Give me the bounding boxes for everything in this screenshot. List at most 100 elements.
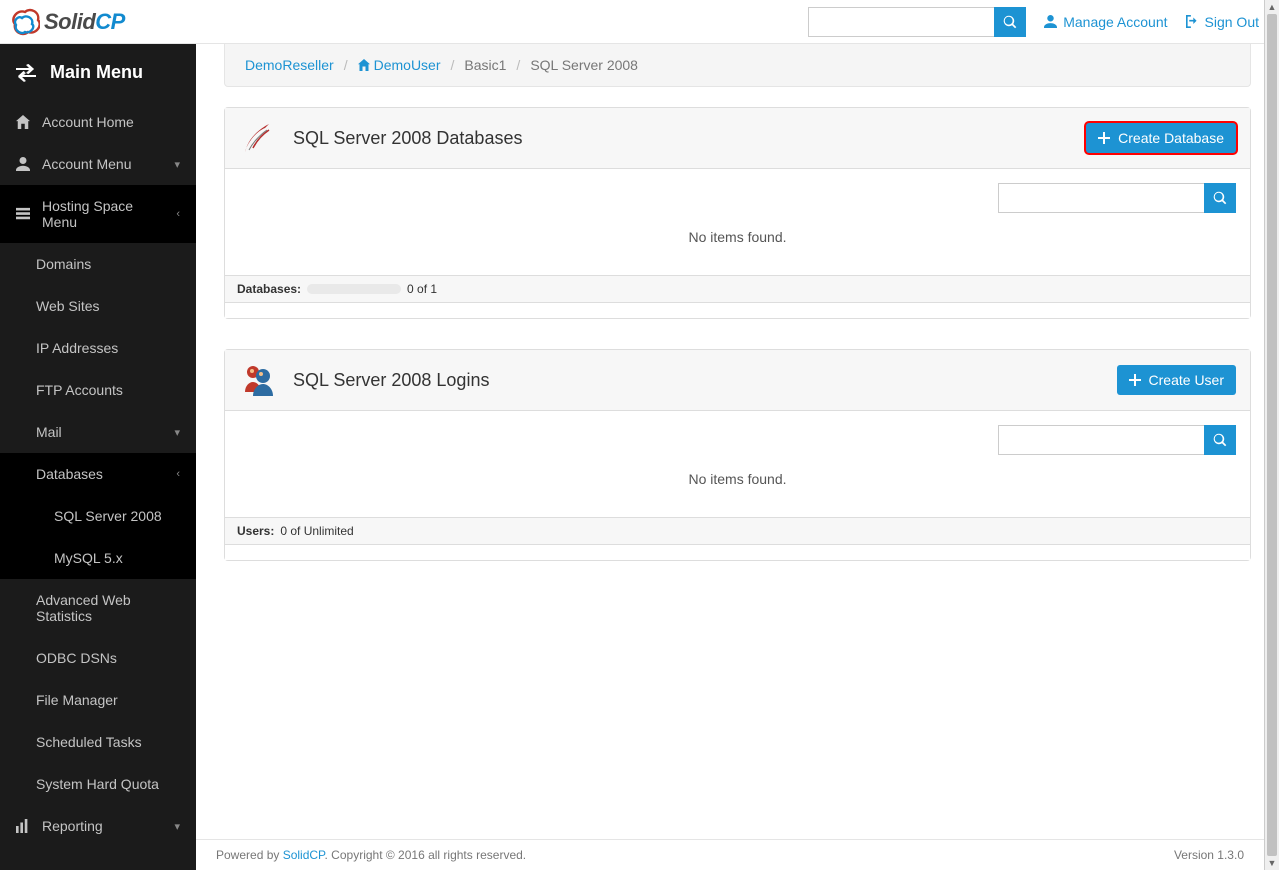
logo-icon bbox=[10, 8, 40, 36]
create-user-button[interactable]: Create User bbox=[1117, 365, 1236, 395]
sidebar-item-domains[interactable]: Domains bbox=[0, 243, 196, 285]
footer-rest: . Copyright © 2016 all rights reserved. bbox=[325, 848, 527, 862]
nav-label: Databases bbox=[36, 466, 103, 482]
server-icon bbox=[16, 207, 30, 221]
create-database-button[interactable]: Create Database bbox=[1086, 123, 1236, 153]
nav-label: Hosting Space Menu bbox=[42, 198, 164, 230]
databases-search-button[interactable] bbox=[1204, 183, 1236, 213]
sidebar-item-ftp[interactable]: FTP Accounts bbox=[0, 369, 196, 411]
databases-progress bbox=[307, 284, 401, 294]
search-icon bbox=[1213, 433, 1227, 447]
sidebar-item-tasks[interactable]: Scheduled Tasks bbox=[0, 721, 196, 763]
breadcrumb-separator: / bbox=[344, 57, 348, 73]
sidebar-item-ip[interactable]: IP Addresses bbox=[0, 327, 196, 369]
nav-label: SQL Server 2008 bbox=[54, 508, 162, 524]
main-menu-label: Main Menu bbox=[50, 62, 143, 83]
nav-label: Scheduled Tasks bbox=[36, 734, 142, 750]
sign-out-icon bbox=[1186, 15, 1199, 28]
sidebar-item-databases[interactable]: Databases ‹ bbox=[0, 453, 196, 495]
nav-hosting-space[interactable]: Hosting Space Menu ‹ bbox=[0, 185, 196, 243]
nav-label: File Manager bbox=[36, 692, 118, 708]
sidebar-item-quota[interactable]: System Hard Quota bbox=[0, 763, 196, 805]
nav-label: Account Menu bbox=[42, 156, 132, 172]
search-icon bbox=[1003, 15, 1017, 29]
nav-label: System Hard Quota bbox=[36, 776, 159, 792]
sidebar-item-file-manager[interactable]: File Manager bbox=[0, 679, 196, 721]
databases-search-input[interactable] bbox=[998, 183, 1204, 213]
nav-label: MySQL 5.x bbox=[54, 550, 123, 566]
breadcrumb-user[interactable]: DemoUser bbox=[358, 57, 441, 73]
sidebar-item-odbc[interactable]: ODBC DSNs bbox=[0, 637, 196, 679]
nav-label: Web Sites bbox=[36, 298, 100, 314]
footer-version: Version 1.3.0 bbox=[1174, 848, 1244, 862]
create-user-label: Create User bbox=[1149, 372, 1224, 388]
topbar: SolidCP Manage Account bbox=[0, 0, 1279, 44]
chevron-down-icon: ▾ bbox=[174, 158, 180, 171]
users-icon bbox=[239, 360, 279, 400]
plus-icon bbox=[1098, 132, 1110, 144]
logins-footer-label: Users: bbox=[237, 524, 274, 538]
logo[interactable]: SolidCP bbox=[10, 8, 125, 36]
databases-search bbox=[998, 183, 1236, 213]
footer-brand-link[interactable]: SolidCP bbox=[283, 848, 325, 862]
nav-label: Account Home bbox=[42, 114, 134, 130]
footer: Powered by SolidCP. Copyright © 2016 all… bbox=[196, 839, 1264, 870]
logins-footer: Users: 0 of Unlimited bbox=[225, 517, 1250, 544]
search-input[interactable] bbox=[808, 7, 994, 37]
nav-label: ODBC DSNs bbox=[36, 650, 117, 666]
swap-icon bbox=[16, 64, 36, 82]
sidebar-item-mail[interactable]: Mail ▾ bbox=[0, 411, 196, 453]
window-scrollbar[interactable]: ▲ ▼ bbox=[1264, 0, 1279, 870]
scroll-up-icon[interactable]: ▲ bbox=[1265, 0, 1279, 14]
home-icon bbox=[16, 115, 30, 129]
databases-footer-value: 0 of 1 bbox=[407, 282, 437, 296]
nav-label: Mail bbox=[36, 424, 62, 440]
nav-reporting[interactable]: Reporting ▾ bbox=[0, 805, 196, 847]
manage-account-link[interactable]: Manage Account bbox=[1044, 14, 1167, 30]
home-icon bbox=[358, 59, 370, 71]
databases-panel: SQL Server 2008 Databases Create Databas… bbox=[224, 107, 1251, 319]
breadcrumb-separator: / bbox=[516, 57, 520, 73]
content: DemoReseller / DemoUser / Basic1 / SQL S… bbox=[196, 44, 1279, 870]
chart-icon bbox=[16, 819, 30, 833]
breadcrumb-reseller[interactable]: DemoReseller bbox=[245, 57, 334, 73]
chevron-down-icon: ▾ bbox=[174, 820, 180, 833]
sidebar-item-sql2008[interactable]: SQL Server 2008 bbox=[0, 495, 196, 537]
breadcrumb-separator: / bbox=[451, 57, 455, 73]
sql-server-icon bbox=[239, 118, 279, 158]
databases-footer-label: Databases: bbox=[237, 282, 301, 296]
logins-search-button[interactable] bbox=[1204, 425, 1236, 455]
search-button[interactable] bbox=[994, 7, 1026, 37]
logins-title: SQL Server 2008 Logins bbox=[293, 370, 489, 391]
create-database-label: Create Database bbox=[1118, 130, 1224, 146]
logins-search-input[interactable] bbox=[998, 425, 1204, 455]
nav-account-menu[interactable]: Account Menu ▾ bbox=[0, 143, 196, 185]
main-menu-header: Main Menu bbox=[0, 44, 196, 101]
user-icon bbox=[16, 157, 30, 171]
nav-label: IP Addresses bbox=[36, 340, 118, 356]
manage-account-label: Manage Account bbox=[1063, 14, 1167, 30]
panel-trailing bbox=[225, 302, 1250, 318]
chevron-left-icon: ‹ bbox=[176, 208, 180, 220]
search-icon bbox=[1213, 191, 1227, 205]
sidebar-item-aws[interactable]: Advanced Web Statistics bbox=[0, 579, 196, 637]
chevron-left-icon: ‹ bbox=[176, 468, 180, 480]
sidebar-item-mysql[interactable]: MySQL 5.x bbox=[0, 537, 196, 579]
footer-powered: Powered by bbox=[216, 848, 283, 862]
sidebar: Main Menu Account Home Account Menu ▾ bbox=[0, 44, 196, 870]
logins-search bbox=[998, 425, 1236, 455]
logins-panel: SQL Server 2008 Logins Create User bbox=[224, 349, 1251, 561]
sign-out-label: Sign Out bbox=[1205, 14, 1259, 30]
scroll-thumb[interactable] bbox=[1267, 14, 1277, 856]
sign-out-link[interactable]: Sign Out bbox=[1186, 14, 1259, 30]
plus-icon bbox=[1129, 374, 1141, 386]
nav-label: Advanced Web Statistics bbox=[36, 592, 180, 624]
sidebar-item-websites[interactable]: Web Sites bbox=[0, 285, 196, 327]
breadcrumb: DemoReseller / DemoUser / Basic1 / SQL S… bbox=[224, 44, 1251, 87]
global-search bbox=[808, 7, 1026, 37]
chevron-down-icon: ▾ bbox=[174, 426, 180, 439]
nav-account-home[interactable]: Account Home bbox=[0, 101, 196, 143]
scroll-down-icon[interactable]: ▼ bbox=[1265, 856, 1279, 870]
breadcrumb-user-label: DemoUser bbox=[374, 57, 441, 73]
nav-label: FTP Accounts bbox=[36, 382, 123, 398]
